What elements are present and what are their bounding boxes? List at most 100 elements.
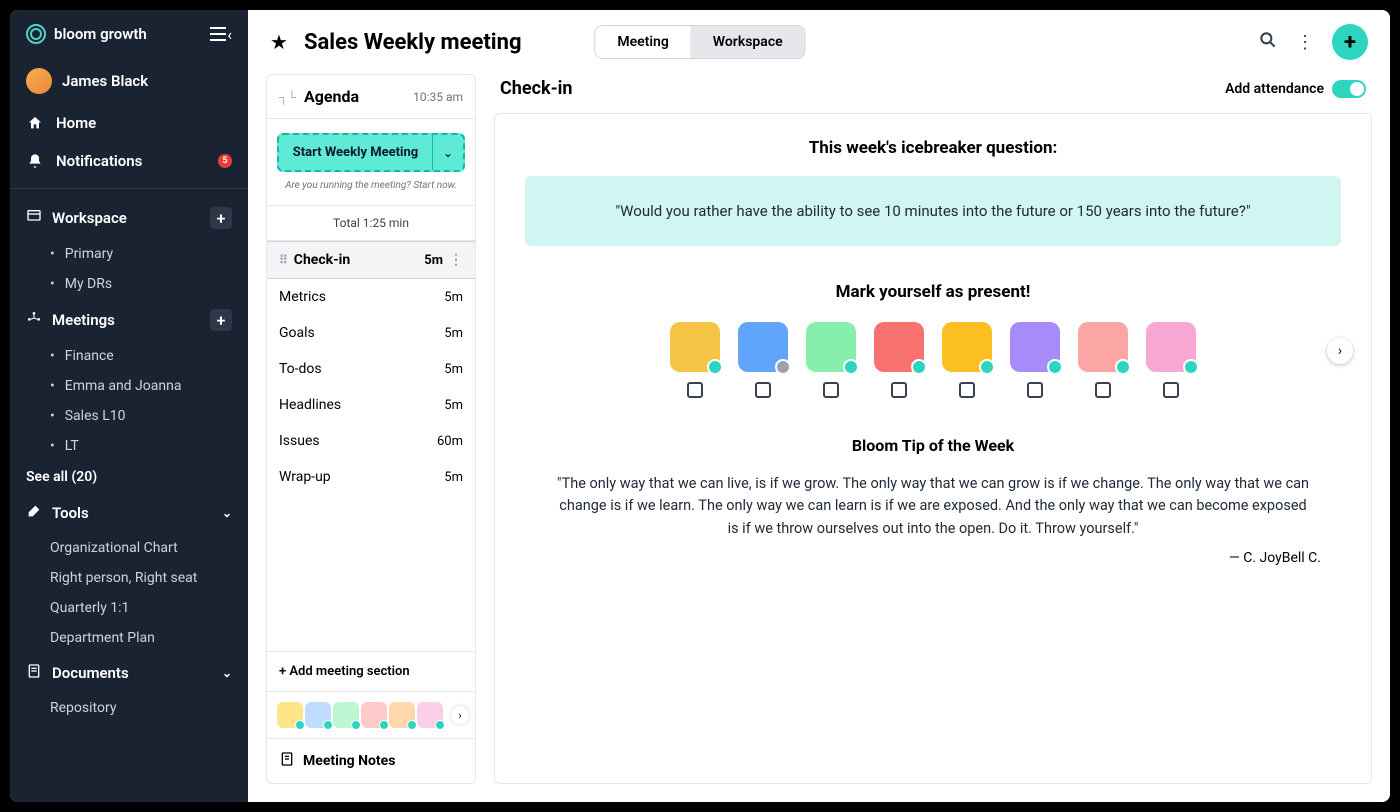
present-checkbox[interactable]: [1027, 382, 1043, 398]
attendee-strip: ›: [267, 691, 475, 738]
attendee-mini-avatar[interactable]: [389, 702, 415, 728]
attendee-avatar[interactable]: [1010, 322, 1060, 372]
attendee-mini-avatar[interactable]: [305, 702, 331, 728]
tools-icon: [26, 503, 42, 523]
agenda-item-issues[interactable]: Issues60m: [267, 423, 475, 459]
main: ★ Sales Weekly meeting Meeting Workspace…: [248, 10, 1390, 802]
tool-quarterly[interactable]: Quarterly 1:1: [10, 593, 248, 623]
attendee-card: [942, 322, 992, 398]
add-button[interactable]: +: [1332, 24, 1368, 60]
tip-quote: "The only way that we can live, is if we…: [525, 473, 1341, 540]
tool-right-person[interactable]: Right person, Right seat: [10, 563, 248, 593]
notes-icon: [279, 751, 295, 771]
attendee-mini-avatar[interactable]: [277, 702, 303, 728]
present-checkbox[interactable]: [687, 382, 703, 398]
agenda-panel: ┐└ Agenda 10:35 am Start Weekly Meeting …: [266, 74, 476, 784]
attendee-card: [874, 322, 924, 398]
present-checkbox[interactable]: [1095, 382, 1111, 398]
tool-dept-plan[interactable]: Department Plan: [10, 623, 248, 653]
tab-workspace[interactable]: Workspace: [691, 26, 805, 58]
agenda-item-metrics[interactable]: Metrics5m: [267, 279, 475, 315]
view-toggle: Meeting Workspace: [594, 25, 805, 59]
documents-title: Documents: [52, 664, 129, 682]
tab-meeting[interactable]: Meeting: [595, 26, 690, 58]
sidebar-item-my-drs[interactable]: My DRs: [10, 269, 248, 299]
agenda-drag-icon: ┐└: [279, 90, 296, 104]
agenda-item-goals[interactable]: Goals5m: [267, 315, 475, 351]
sidebar-section-documents[interactable]: Documents ⌄: [10, 653, 248, 693]
home-icon: [26, 114, 44, 132]
agenda-item-wrap-up[interactable]: Wrap-up5m: [267, 459, 475, 495]
sidebar-item-finance[interactable]: Finance: [10, 341, 248, 371]
attendee-avatar[interactable]: [670, 322, 720, 372]
attendee-next-icon[interactable]: ›: [451, 706, 469, 724]
attendee-avatar[interactable]: .person:nth-child(2) .person-av::after{b…: [738, 322, 788, 372]
start-meeting-button[interactable]: Start Weekly Meeting ⌄: [277, 133, 465, 172]
present-checkbox[interactable]: [1163, 382, 1179, 398]
attendee-card: [1010, 322, 1060, 398]
meeting-notes-button[interactable]: Meeting Notes: [267, 738, 475, 783]
meetings-icon: [26, 310, 42, 330]
attendee-card: [806, 322, 856, 398]
star-icon[interactable]: ★: [270, 30, 288, 54]
sidebar-item-emma-joanna[interactable]: Emma and Joanna: [10, 371, 248, 401]
present-checkbox[interactable]: [755, 382, 771, 398]
sidebar-item-primary[interactable]: Primary: [10, 239, 248, 269]
attendee-mini-avatar[interactable]: [361, 702, 387, 728]
start-dropdown-icon[interactable]: ⌄: [433, 135, 463, 170]
present-checkbox[interactable]: [891, 382, 907, 398]
agenda-item-to-dos[interactable]: To-dos5m: [267, 351, 475, 387]
tool-org-chart[interactable]: Organizational Chart: [10, 533, 248, 563]
add-workspace-button[interactable]: +: [210, 207, 232, 229]
logo-icon: [26, 24, 46, 44]
more-icon[interactable]: ⋮: [1296, 32, 1314, 53]
more-icon[interactable]: ⋮: [449, 252, 463, 268]
sidebar-item-lt[interactable]: LT: [10, 431, 248, 461]
see-all-meetings[interactable]: See all (20): [10, 461, 248, 493]
present-heading: Mark yourself as present!: [525, 282, 1341, 302]
chevron-down-icon: ⌄: [222, 506, 232, 520]
attendee-avatar[interactable]: [874, 322, 924, 372]
agenda-item-check-in[interactable]: Check-in5m⋮: [267, 241, 475, 279]
workspace-title: Workspace: [52, 209, 127, 227]
nav-notifications[interactable]: Notifications 5: [10, 142, 248, 180]
icebreaker-heading: This week's icebreaker question:: [525, 138, 1341, 158]
attendee-mini-avatar[interactable]: [333, 702, 359, 728]
nav-home-label: Home: [56, 114, 96, 132]
agenda-item-headlines[interactable]: Headlines5m: [267, 387, 475, 423]
attendee-mini-avatar[interactable]: [417, 702, 443, 728]
present-checkbox[interactable]: [959, 382, 975, 398]
agenda-total: Total 1:25 min: [267, 206, 475, 241]
search-icon[interactable]: [1258, 30, 1278, 55]
brand-label: bloom growth: [54, 25, 147, 43]
doc-repository[interactable]: Repository: [10, 693, 248, 723]
documents-icon: [26, 663, 42, 683]
sidebar-section-meetings[interactable]: Meetings +: [10, 299, 248, 341]
present-next-icon[interactable]: ›: [1327, 338, 1353, 364]
add-meeting-button[interactable]: +: [210, 309, 232, 331]
present-checkbox[interactable]: [823, 382, 839, 398]
add-section-button[interactable]: + Add meeting section: [267, 651, 475, 691]
avatar: [26, 68, 52, 94]
user-row[interactable]: James Black: [10, 58, 248, 104]
sidebar-section-workspace[interactable]: Workspace +: [10, 197, 248, 239]
brand: bloom growth: [26, 24, 147, 44]
nav-home[interactable]: Home: [10, 104, 248, 142]
attendee-avatar[interactable]: [1078, 322, 1128, 372]
checkin-panel: Check-in Add attendance This week's iceb…: [494, 74, 1372, 784]
sidebar-item-sales-l10[interactable]: Sales L10: [10, 401, 248, 431]
meetings-title: Meetings: [52, 311, 115, 329]
sidebar-collapse-icon[interactable]: [210, 25, 232, 43]
sidebar-section-tools[interactable]: Tools ⌄: [10, 493, 248, 533]
attendee-avatar[interactable]: [1146, 322, 1196, 372]
tip-heading: Bloom Tip of the Week: [525, 436, 1341, 455]
tip-author: — C. JoyBell C.: [525, 550, 1341, 566]
notification-badge: 5: [218, 154, 232, 168]
nav-notifications-label: Notifications: [56, 152, 142, 170]
attendance-toggle[interactable]: [1332, 80, 1366, 98]
attendee-avatar[interactable]: [806, 322, 856, 372]
attendance-label: Add attendance: [1225, 81, 1324, 97]
checkin-title: Check-in: [500, 78, 573, 99]
attendee-avatar[interactable]: [942, 322, 992, 372]
attendee-card: [1078, 322, 1128, 398]
